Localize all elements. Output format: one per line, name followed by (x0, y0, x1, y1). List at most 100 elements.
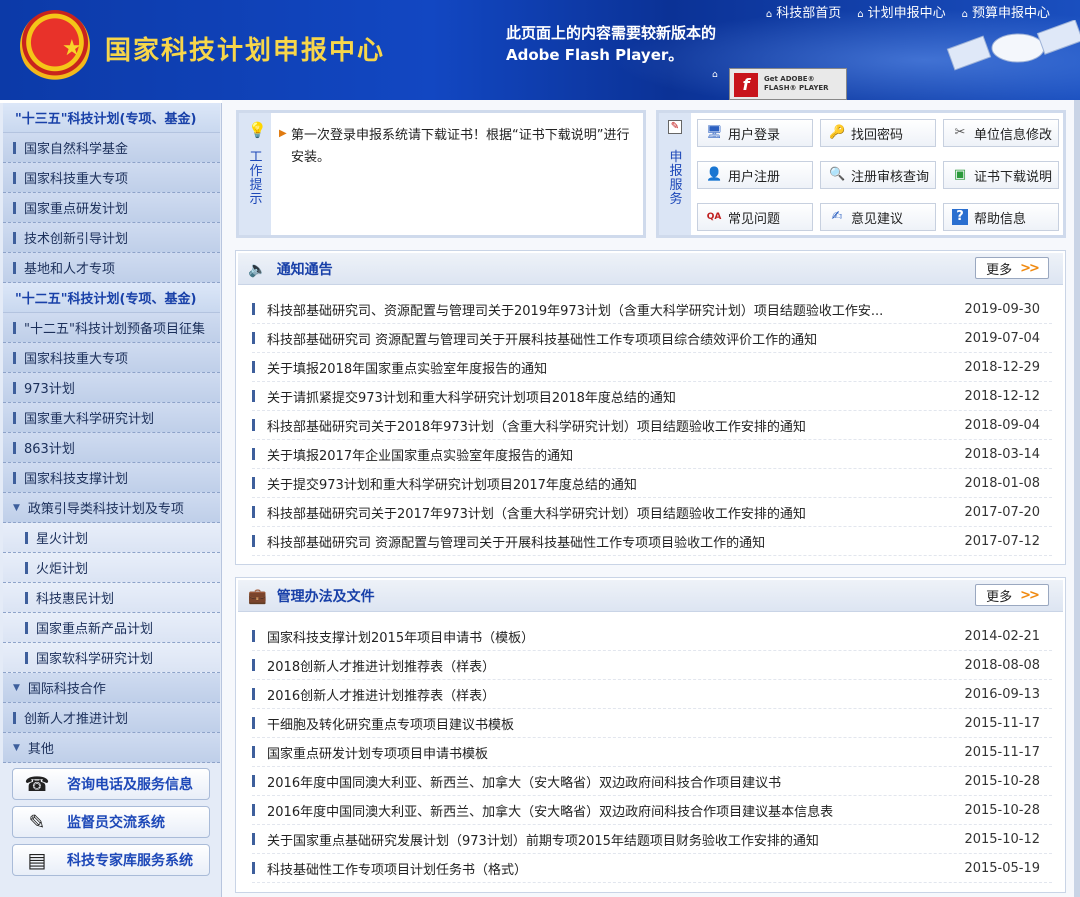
sidebar-item[interactable]: 国家软科学研究计划 (3, 643, 220, 673)
list-item[interactable]: 2016创新人才推进计划推荐表（样表） 2016-09-13 (252, 680, 1052, 709)
sidebar-item[interactable]: ▼ 政策引导类科技计划及专项 (3, 493, 220, 523)
bullet-bar-icon (25, 651, 28, 664)
list-item[interactable]: 科技基础性工作专项项目计划任务书（格式） 2015-05-19 (252, 854, 1052, 883)
list-item-title[interactable]: 2016创新人才推进计划推荐表（样表） (267, 685, 940, 704)
list-item-date: 2017-07-12 (964, 533, 1040, 549)
top-nav-most-home[interactable]: ⌂ 科技部首页 (766, 2, 841, 21)
sidebar-item[interactable]: 科技惠民计划 (3, 583, 220, 613)
bullet-bar-icon (25, 531, 28, 544)
bullet-bar-icon (252, 746, 255, 758)
list-item-title[interactable]: 科技基础性工作专项项目计划任务书（格式） (267, 859, 940, 878)
list-item-title[interactable]: 2018创新人才推进计划推荐表（样表） (267, 656, 940, 675)
list-item-title[interactable]: 关于填报2018年国家重点实验室年度报告的通知 (267, 358, 940, 377)
list-item[interactable]: 2018创新人才推进计划推荐表（样表） 2018-08-08 (252, 651, 1052, 680)
top-nav-plan-center[interactable]: ⌂ 计划申报中心 (857, 2, 945, 21)
bullet-bar-icon (13, 261, 16, 274)
notices-title: 通知通告 (276, 261, 333, 278)
expert-database-button[interactable]: ▤ 科技专家库服务系统 (12, 844, 210, 876)
sidebar-item[interactable]: 基地和人才专项 (3, 253, 220, 283)
sidebar-item[interactable]: 技术创新引导计划 (3, 223, 220, 253)
work-tip-label: 工作提示 (249, 150, 263, 207)
sidebar-item[interactable]: 973计划 (3, 373, 220, 403)
list-item[interactable]: 关于填报2017年企业国家重点实验室年度报告的通知 2018-03-14 (252, 440, 1052, 469)
bullet-bar-icon (252, 775, 255, 787)
list-item-title[interactable]: 科技部基础研究司 资源配置与管理司关于开展科技基础性工作专项项目验收工作的通知 (267, 532, 940, 551)
documents-more-button[interactable]: 更多 >> (975, 584, 1049, 606)
list-item[interactable]: 国家重点研发计划专项项目申请书模板 2015-11-17 (252, 738, 1052, 767)
list-item[interactable]: 关于提交973计划和重大科学研究计划项目2017年度总结的通知 2018-01-0… (252, 469, 1052, 498)
unit-info-edit-button[interactable]: ✂ 单位信息修改 (943, 119, 1059, 147)
sidebar-section-header[interactable]: "十二五"科技计划(专项、基金) (3, 283, 220, 313)
list-item[interactable]: 干细胞及转化研究重点专项项目建议书模板 2015-11-17 (252, 709, 1052, 738)
list-item[interactable]: 2016年度中国同澳大利亚、新西兰、加拿大（安大略省）双边政府间科技合作项目建议… (252, 796, 1052, 825)
sidebar-item[interactable]: 国家科技支撑计划 (3, 463, 220, 493)
sidebar-item[interactable]: 火炬计划 (3, 553, 220, 583)
list-item[interactable]: 国家科技支撑计划2015年项目申请书（模板） 2014-02-21 (252, 622, 1052, 651)
notices-panel: 🔈 通知通告 更多 >> 科技部基础研究司、资源配置与管理司关于2019年973计… (235, 250, 1066, 565)
sidebar-item[interactable]: ▼ 其他 (3, 733, 220, 763)
bullet-bar-icon (252, 506, 255, 518)
list-item-title[interactable]: 国家科技支撑计划2015年项目申请书（模板） (267, 627, 940, 646)
sidebar-item[interactable]: 863计划 (3, 433, 220, 463)
list-item-title[interactable]: 关于填报2017年企业国家重点实验室年度报告的通知 (267, 445, 940, 464)
consult-phone-button[interactable]: ☎ 咨询电话及服务信息 (12, 768, 210, 800)
bullet-bar-icon (13, 321, 16, 334)
get-flash-player-button[interactable]: f Get ADOBE® FLASH® PLAYER (729, 68, 847, 100)
list-item[interactable]: 关于请抓紧提交973计划和重大科学研究计划项目2018年度总结的通知 2018-1… (252, 382, 1052, 411)
feedback-button[interactable]: ✍ 意见建议 (820, 203, 936, 231)
list-item[interactable]: 关于填报2018年国家重点实验室年度报告的通知 2018-12-29 (252, 353, 1052, 382)
sidebar-item[interactable]: "十二五"科技计划预备项目征集 (3, 313, 220, 343)
bullet-bar-icon (13, 201, 16, 214)
sidebar-item[interactable]: 国家重点研发计划 (3, 193, 220, 223)
double-chevron-right-icon: >> (1020, 260, 1040, 276)
sidebar-item[interactable]: 星火计划 (3, 523, 220, 553)
list-item-date: 2015-10-12 (964, 831, 1040, 847)
bullet-bar-icon (13, 231, 16, 244)
sidebar-item-label: 国家自然科学基金 (24, 142, 129, 157)
registration-review-query-button[interactable]: 🔍 注册审核查询 (820, 161, 936, 189)
list-item[interactable]: 科技部基础研究司关于2018年973计划（含重大科学研究计划）项目结题验收工作安… (252, 411, 1052, 440)
sidebar-item[interactable]: ▼ 国际科技合作 (3, 673, 220, 703)
user-register-button[interactable]: 👤 用户注册 (697, 161, 813, 189)
list-item-title[interactable]: 关于请抓紧提交973计划和重大科学研究计划项目2018年度总结的通知 (267, 387, 940, 406)
sidebar-item[interactable]: 国家重点新产品计划 (3, 613, 220, 643)
help-info-button[interactable]: ? 帮助信息 (943, 203, 1059, 231)
list-item[interactable]: 关于国家重点基础研究发展计划（973计划）前期专项2015年结题项目财务验收工作… (252, 825, 1052, 854)
faq-button[interactable]: QA 常见问题 (697, 203, 813, 231)
supervisor-system-button[interactable]: ✎ 监督员交流系统 (12, 806, 210, 838)
list-item-title[interactable]: 关于提交973计划和重大科学研究计划项目2017年度总结的通知 (267, 474, 940, 493)
list-item-title[interactable]: 干细胞及转化研究重点专项项目建议书模板 (267, 714, 940, 733)
recover-password-button[interactable]: 🔑 找回密码 (820, 119, 936, 147)
notices-more-button[interactable]: 更多 >> (975, 257, 1049, 279)
edit-note-icon: ✍ (831, 209, 843, 224)
list-item-title[interactable]: 科技部基础研究司 资源配置与管理司关于开展科技基础性工作专项项目综合绩效评价工作… (267, 329, 940, 348)
list-item-date: 2015-11-17 (964, 744, 1040, 760)
sidebar-section-header[interactable]: "十三五"科技计划(专项、基金) (3, 103, 220, 133)
list-item-title[interactable]: 2016年度中国同澳大利亚、新西兰、加拿大（安大略省）双边政府间科技合作项目建议… (267, 801, 940, 820)
top-nav-budget-center[interactable]: ⌂ 预算申报中心 (962, 2, 1050, 21)
list-item-title[interactable]: 2016年度中国同澳大利亚、新西兰、加拿大（安大略省）双边政府间科技合作项目建议… (267, 772, 940, 791)
list-item-title[interactable]: 国家重点研发计划专项项目申请书模板 (267, 743, 940, 762)
certificate-download-guide-button[interactable]: ▣ 证书下载说明 (943, 161, 1059, 189)
list-item-title[interactable]: 科技部基础研究司、资源配置与管理司关于2019年973计划（含重大科学研究计划）… (267, 300, 940, 319)
list-item-date: 2018-01-08 (964, 475, 1040, 491)
sidebar-item[interactable]: 创新人才推进计划 (3, 703, 220, 733)
sidebar-item[interactable]: 国家自然科学基金 (3, 133, 220, 163)
list-item[interactable]: 科技部基础研究司、资源配置与管理司关于2019年973计划（含重大科学研究计划）… (252, 295, 1052, 324)
list-item-date: 2015-05-19 (964, 860, 1040, 876)
sidebar-item-label: 国际科技合作 (27, 682, 106, 697)
speaker-icon: 🔈 (248, 259, 267, 278)
list-item-title[interactable]: 关于国家重点基础研究发展计划（973计划）前期专项2015年结题项目财务验收工作… (267, 830, 940, 849)
list-item[interactable]: 2016年度中国同澳大利亚、新西兰、加拿大（安大略省）双边政府间科技合作项目建议… (252, 767, 1052, 796)
sidebar-item[interactable]: 国家重大科学研究计划 (3, 403, 220, 433)
list-item[interactable]: 科技部基础研究司 资源配置与管理司关于开展科技基础性工作专项项目验收工作的通知 2… (252, 527, 1052, 556)
list-item[interactable]: 科技部基础研究司 资源配置与管理司关于开展科技基础性工作专项项目综合绩效评价工作… (252, 324, 1052, 353)
sidebar-item[interactable]: 国家科技重大专项 (3, 343, 220, 373)
list-item[interactable]: 科技部基础研究司关于2017年973计划（含重大科学研究计划）项目结题验收工作安… (252, 498, 1052, 527)
sidebar-item[interactable]: 国家科技重大专项 (3, 163, 220, 193)
list-item-title[interactable]: 科技部基础研究司关于2017年973计划（含重大科学研究计划）项目结题验收工作安… (267, 503, 940, 522)
list-item-title[interactable]: 科技部基础研究司关于2018年973计划（含重大科学研究计划）项目结题验收工作安… (267, 416, 940, 435)
bullet-bar-icon (13, 351, 16, 364)
user-login-button[interactable]: 🖥 用户登录 (697, 119, 813, 147)
home-icon: ⌂ (961, 9, 968, 20)
